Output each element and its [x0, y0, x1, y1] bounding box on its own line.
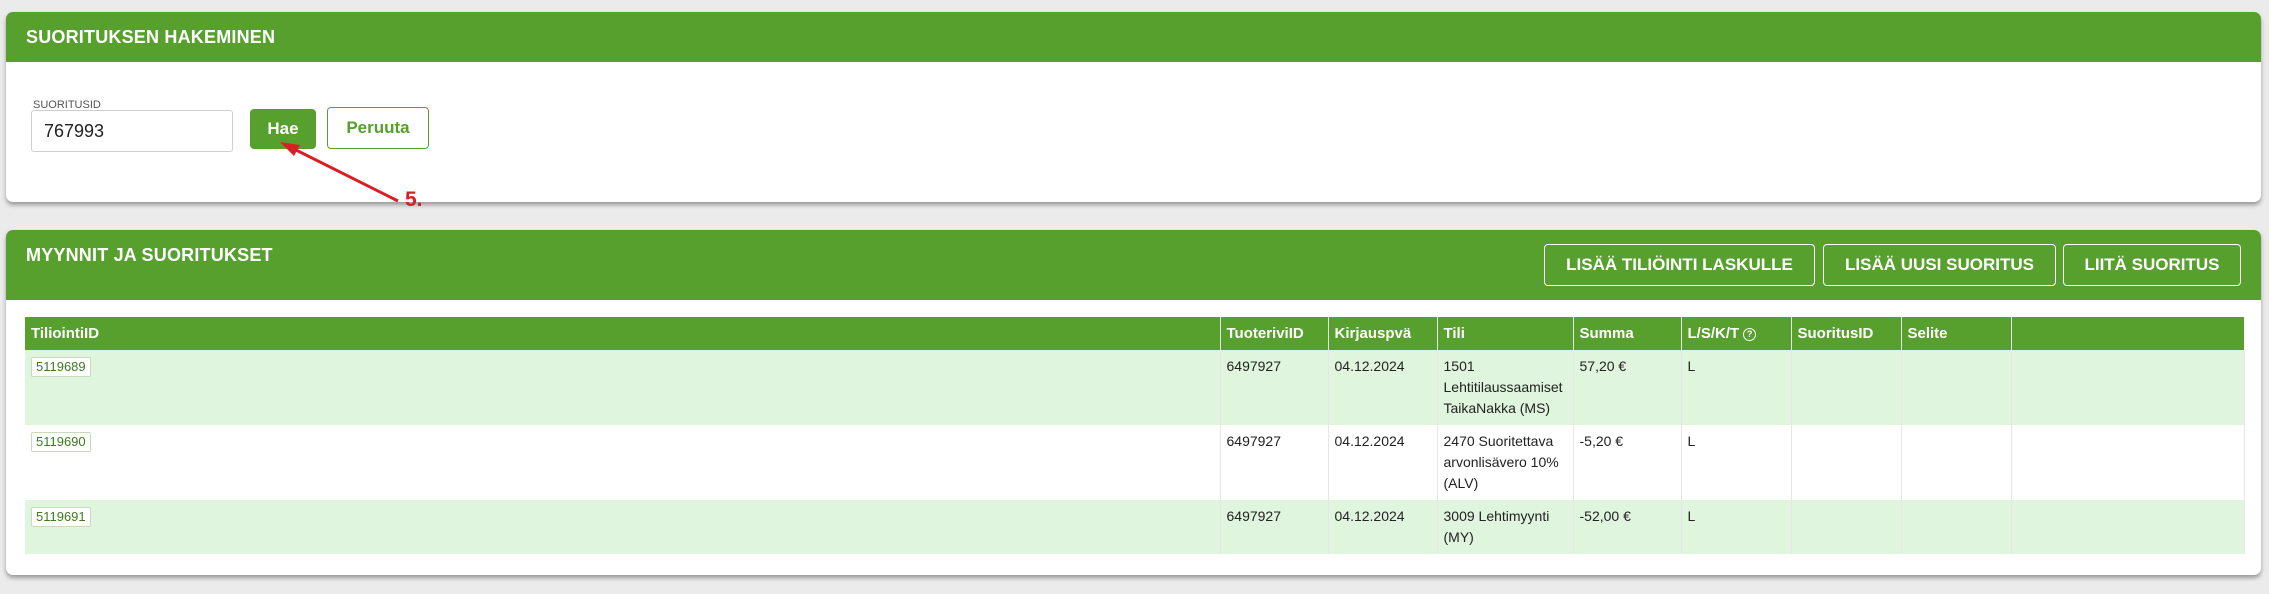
table-row: 5119689 6497927 04.12.2024 1501 Lehtitil… — [25, 350, 2245, 425]
attach-payment-button[interactable]: LIITÄ SUORITUS — [2063, 244, 2241, 286]
cell-summa: -5,20 € — [1573, 425, 1682, 500]
cell-tili: 1501 Lehtitilaussaamiset TaikaNakka (MS) — [1437, 350, 1574, 425]
tiliointiid-link[interactable]: 5119689 — [31, 357, 91, 377]
col-header-tiliointiid[interactable]: TiliointiID — [25, 317, 1221, 350]
cell-tuoteriviid: 6497927 — [1220, 425, 1329, 500]
col-header-tili[interactable]: Tili — [1437, 317, 1574, 350]
cell-selite — [1901, 350, 2012, 425]
cell-tuoteriviid: 6497927 — [1220, 350, 1329, 425]
results-panel: MYYNNIT JA SUORITUKSET LISÄÄ TILIÖINTI L… — [6, 230, 2261, 575]
cell-suoritusid — [1791, 500, 1902, 554]
table-header-row: TiliointiID TuoteriviID Kirjauspvä Tili … — [25, 317, 2244, 350]
cell-summa: 57,20 € — [1573, 350, 1682, 425]
cell-lskt: L — [1681, 425, 1792, 500]
results-table: TiliointiID TuoteriviID Kirjauspvä Tili … — [25, 317, 2245, 554]
cell-tiliointiid: 5119690 — [25, 425, 1221, 500]
col-header-summa[interactable]: Summa — [1573, 317, 1682, 350]
results-panel-header: MYYNNIT JA SUORITUKSET LISÄÄ TILIÖINTI L… — [6, 230, 2261, 300]
cell-kirjauspva: 04.12.2024 — [1328, 350, 1438, 425]
col-header-lskt[interactable]: L/S/K/T? — [1681, 317, 1792, 350]
cell-lskt: L — [1681, 500, 1792, 554]
col-header-tuoteriviid[interactable]: TuoteriviID — [1220, 317, 1329, 350]
results-panel-title: MYYNNIT JA SUORITUKSET — [26, 245, 273, 265]
cell-suoritusid — [1791, 425, 1902, 500]
cell-kirjauspva: 04.12.2024 — [1328, 500, 1438, 554]
table-row: 5119690 6497927 04.12.2024 2470 Suoritet… — [25, 425, 2245, 500]
cell-suoritusid — [1791, 350, 1902, 425]
col-header-actions — [2011, 317, 2244, 350]
cell-actions — [2011, 350, 2245, 425]
tiliointiid-link[interactable]: 5119690 — [31, 432, 91, 452]
cell-tuoteriviid: 6497927 — [1220, 500, 1329, 554]
cell-summa: -52,00 € — [1573, 500, 1682, 554]
cell-selite — [1901, 425, 2012, 500]
tiliointiid-link[interactable]: 5119691 — [31, 507, 91, 527]
cell-lskt: L — [1681, 350, 1792, 425]
col-header-selite[interactable]: Selite — [1901, 317, 2012, 350]
cell-kirjauspva: 04.12.2024 — [1328, 425, 1438, 500]
cell-tili: 2470 Suoritettava arvonlisävero 10% (ALV… — [1437, 425, 1574, 500]
info-circle-icon[interactable]: ? — [1743, 327, 1757, 341]
results-table-wrapper: TiliointiID TuoteriviID Kirjauspvä Tili … — [25, 317, 2245, 554]
table-row: 5119691 6497927 04.12.2024 3009 Lehtimyy… — [25, 500, 2245, 554]
cell-actions — [2011, 425, 2245, 500]
col-header-lskt-label: L/S/K/T — [1687, 325, 1740, 342]
col-header-suoritusid[interactable]: SuoritusID — [1791, 317, 1902, 350]
add-posting-to-invoice-button[interactable]: LISÄÄ TILIÖINTI LASKULLE — [1544, 244, 1815, 286]
annotation-step-label: 5. — [405, 188, 423, 211]
add-new-payment-button[interactable]: LISÄÄ UUSI SUORITUS — [1823, 244, 2056, 286]
col-header-kirjauspva[interactable]: Kirjauspvä — [1328, 317, 1438, 350]
cell-tili: 3009 Lehtimyynti (MY) — [1437, 500, 1574, 554]
cell-selite — [1901, 500, 2012, 554]
cell-tiliointiid: 5119691 — [25, 500, 1221, 554]
cell-actions — [2011, 500, 2245, 554]
cell-tiliointiid: 5119689 — [25, 350, 1221, 425]
